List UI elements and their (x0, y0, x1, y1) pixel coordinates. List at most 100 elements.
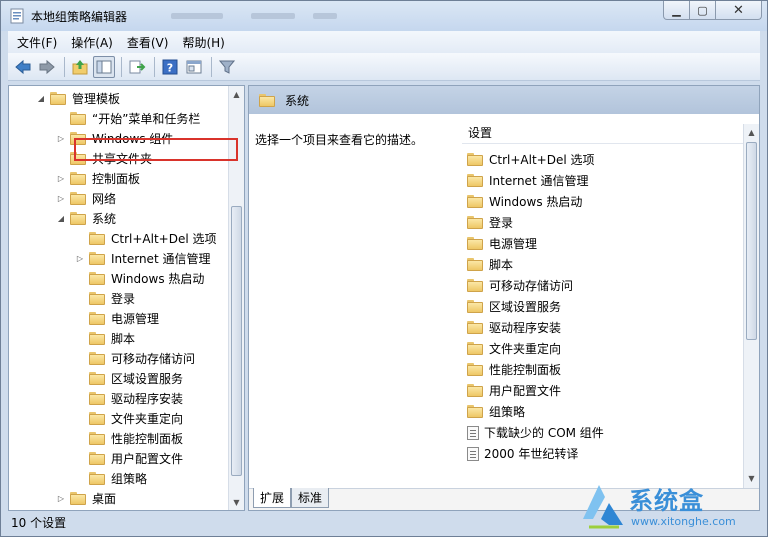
menu-bar: 文件(F) 操作(A) 查看(V) 帮助(H) (8, 31, 760, 53)
tree-item[interactable]: ◢ 系统 (58, 208, 117, 228)
up-folder-icon (72, 59, 88, 74)
tab-extended[interactable]: 扩展 (253, 488, 292, 508)
tree-item[interactable]: 脚本 (89, 328, 135, 348)
collapse-arrow-icon[interactable]: ◢ (56, 213, 66, 223)
list-item[interactable]: 脚本 (467, 254, 513, 275)
tree-item[interactable]: ▷ 控制面板 (58, 168, 140, 188)
menu-file[interactable]: 文件(F) (12, 34, 62, 51)
tree-item[interactable]: 性能控制面板 (89, 428, 183, 448)
menu-help[interactable]: 帮助(H) (177, 34, 229, 51)
expand-arrow-icon[interactable]: ▷ (56, 193, 66, 203)
tree-item-label: 脚本 (111, 331, 136, 346)
folder-icon (467, 174, 483, 187)
minimize-button[interactable]: ▁ (663, 1, 690, 20)
list-item[interactable]: Ctrl+Alt+Del 选项 (467, 149, 594, 170)
properties-button[interactable] (183, 56, 205, 78)
list-item-label: 脚本 (489, 258, 514, 272)
tree-item-label: Windows 热启动 (111, 271, 205, 286)
list-item[interactable]: 登录 (467, 212, 513, 233)
tree-item[interactable]: ◢ 管理模板 (38, 88, 120, 108)
menu-action[interactable]: 操作(A) (66, 34, 118, 51)
column-header-settings[interactable]: 设置 (462, 122, 746, 144)
tree-item[interactable]: 电源管理 (89, 308, 159, 328)
tree-item[interactable]: 组策略 (89, 468, 147, 488)
maximize-button[interactable]: ▢ (690, 1, 716, 20)
folder-icon (89, 331, 105, 345)
tree-item-label: Ctrl+Alt+Del 选项 (111, 231, 217, 246)
folder-icon (89, 291, 105, 305)
tree-item[interactable]: ▷ Internet 通信管理 (77, 248, 210, 268)
forward-button[interactable] (36, 56, 58, 78)
tree-item-label: 桌面 (92, 491, 117, 506)
collapse-arrow-icon[interactable]: ◢ (36, 93, 46, 103)
close-button[interactable]: ✕ (716, 1, 762, 20)
list-item-label: 驱动程序安装 (489, 321, 562, 335)
scroll-down-icon: ▼ (233, 497, 240, 507)
tab-standard[interactable]: 标准 (291, 488, 330, 508)
show-tree-button[interactable] (93, 55, 115, 78)
blurred-title-area (313, 13, 337, 19)
tree-item-label: 网络 (92, 191, 117, 206)
list-item[interactable]: 下载缺少的 COM 组件 (467, 422, 604, 443)
list-item[interactable]: Windows 热启动 (467, 191, 582, 212)
tree-item-label: 组策略 (111, 471, 148, 486)
list-item[interactable]: Internet 通信管理 (467, 170, 588, 191)
list-item[interactable]: 组策略 (467, 401, 525, 422)
tree-item[interactable]: 区域设置服务 (89, 368, 183, 388)
list-item[interactable]: 驱动程序安装 (467, 317, 561, 338)
tree-item[interactable]: 驱动程序安装 (89, 388, 183, 408)
expand-arrow-icon[interactable]: ▷ (75, 253, 85, 263)
list-scrollbar[interactable]: ▲ ▼ (743, 124, 759, 488)
folder-icon (259, 93, 275, 107)
tree-item-label: 系统 (92, 211, 117, 226)
expand-arrow-icon[interactable]: ▷ (56, 133, 66, 143)
toolbar-separator (211, 56, 212, 77)
list-item[interactable]: 区域设置服务 (467, 296, 561, 317)
folder-icon (89, 351, 105, 365)
back-icon (15, 59, 31, 74)
up-folder-button[interactable] (69, 56, 91, 78)
tree-item[interactable]: 登录 (89, 288, 135, 308)
folder-icon (70, 211, 86, 225)
filter-button[interactable] (216, 56, 238, 78)
tree-item[interactable]: 用户配置文件 (89, 448, 183, 468)
scroll-up-button[interactable]: ▲ (744, 124, 759, 140)
expand-arrow-icon[interactable]: ▷ (56, 493, 66, 503)
tree-item[interactable]: ▷ 网络 (58, 188, 117, 208)
tree-scroll-thumb[interactable] (231, 206, 242, 476)
menu-view[interactable]: 查看(V) (122, 34, 174, 51)
scroll-up-icon: ▲ (748, 127, 755, 137)
tab-standard-label: 标准 (298, 491, 323, 505)
tree-item[interactable]: Ctrl+Alt+Del 选项 (89, 228, 216, 248)
list-item[interactable]: 可移动存储访问 (467, 275, 573, 296)
tree-item[interactable]: “开始”菜单和任务栏 (70, 108, 200, 128)
watermark-url: www.xitonghe.com (631, 515, 736, 528)
scroll-up-button[interactable]: ▲ (229, 86, 244, 102)
list-item[interactable]: 文件夹重定向 (467, 338, 561, 359)
folder-icon (89, 431, 105, 445)
list-item-label: Ctrl+Alt+Del 选项 (489, 153, 595, 167)
status-text: 10 个设置 (11, 515, 67, 530)
export-button[interactable] (126, 56, 148, 78)
list-item[interactable]: 电源管理 (467, 233, 537, 254)
help-button[interactable]: ? (159, 56, 181, 78)
tree-item[interactable]: 可移动存储访问 (89, 348, 195, 368)
folder-icon (89, 451, 105, 465)
list-scroll-thumb[interactable] (746, 142, 757, 340)
list-item[interactable]: 用户配置文件 (467, 380, 561, 401)
folder-icon (467, 321, 483, 334)
maximize-icon: ▢ (697, 3, 708, 17)
back-button[interactable] (12, 56, 34, 78)
list-item[interactable]: 性能控制面板 (467, 359, 561, 380)
tree-item[interactable]: ▷ 桌面 (58, 488, 117, 508)
list-item[interactable]: 2000 年世纪转译 (467, 443, 578, 464)
app-icon (10, 8, 24, 24)
folder-icon (467, 363, 483, 376)
blurred-title-area (171, 13, 223, 19)
tree-item[interactable]: 文件夹重定向 (89, 408, 183, 428)
tree-item[interactable]: Windows 热启动 (89, 268, 204, 288)
expand-arrow-icon[interactable]: ▷ (56, 173, 66, 183)
scroll-down-button[interactable]: ▼ (229, 494, 244, 510)
watermark-logo: 系统盒 www.xitonghe.com (577, 475, 767, 535)
description-text: 选择一个项目来查看它的描述。 (255, 133, 424, 147)
